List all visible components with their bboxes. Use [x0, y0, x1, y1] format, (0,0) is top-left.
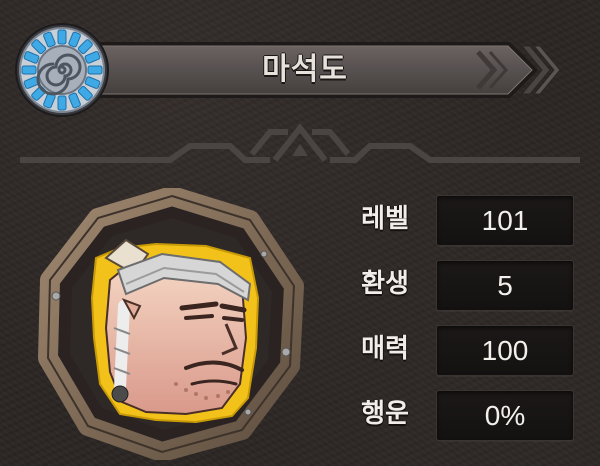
ornamental-divider: [20, 123, 580, 163]
character-info-panel: 마석도 레벨 101 환생 5 매력 100 행운 0%: [0, 0, 600, 466]
stat-label: 행운: [361, 399, 409, 429]
character-name: 마석도: [262, 52, 348, 87]
stat-row-luck: 행운 0%: [340, 387, 580, 442]
stat-value: 100: [436, 325, 574, 376]
stat-label: 레벨: [361, 204, 409, 234]
stats-table: 레벨 101 환생 5 매력 100 행운 0%: [340, 192, 580, 452]
stat-row-level: 레벨 101: [340, 192, 580, 247]
title-banner: 마석도: [80, 38, 560, 102]
stat-value: 101: [436, 195, 574, 246]
stat-value: 5: [436, 260, 574, 311]
spiral-emblem-icon: [15, 23, 109, 117]
stat-value: 0%: [436, 390, 574, 441]
character-portrait: [38, 188, 304, 460]
stat-label: 매력: [361, 334, 409, 364]
stat-row-charm: 매력 100: [340, 322, 580, 377]
stat-row-rebirth: 환생 5: [340, 257, 580, 312]
stat-label: 환생: [361, 269, 409, 299]
